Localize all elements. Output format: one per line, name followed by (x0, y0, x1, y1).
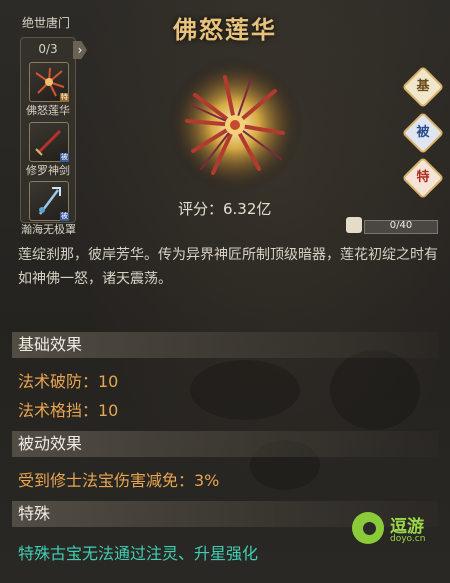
series-item-label: 佛怒莲华 (26, 104, 70, 117)
badge-basic-label: 基 (416, 79, 430, 94)
badge-passive[interactable]: 被 (401, 111, 445, 155)
series-count: 0/3 (38, 42, 58, 56)
series-mark: 特 (60, 93, 69, 102)
ink-decoration (330, 350, 420, 430)
ink-decoration (190, 360, 300, 420)
score-label: 评分：6.32亿 (178, 200, 272, 218)
attr-line: 法术破防：10 (18, 372, 119, 391)
item-detail-panel: 佛怒莲华 绝世唐门 0/3 特 佛怒莲华 被 修罗神剑 被 瀚海无极罩 › 基 … (0, 0, 450, 583)
attr-line: 受到修士法宝伤害减免：3% (18, 471, 220, 490)
series-item-trident[interactable]: 被 (29, 181, 69, 221)
badge-basic[interactable]: 基 (401, 65, 445, 109)
attr-line: 法术格挡：10 (18, 401, 119, 420)
progress-bar: 0/40 (364, 220, 438, 234)
badge-special-label: 特 (416, 170, 430, 185)
series-item-label: 瀚海无极罩 (21, 223, 76, 236)
category-tab[interactable]: 绝世唐门 (14, 14, 78, 31)
item-description: 莲绽刹那，彼岸芳华。传为异界神匠所制顶级暗器，莲花初绽之时有如神佛一怒，诸天震荡… (18, 247, 438, 287)
section-special-title: 特殊 (18, 504, 51, 523)
section-passive-title: 被动效果 (18, 434, 83, 453)
section-basic-title: 基础效果 (18, 335, 83, 354)
special-note: 特殊古宝无法通过注灵、升星强化 (18, 544, 259, 563)
series-mark: 被 (60, 212, 69, 221)
watermark-logo-icon (352, 512, 384, 544)
series-mark: 被 (60, 153, 69, 162)
artifact-lotus-icon (167, 57, 303, 193)
series-item-lotus[interactable]: 特 (29, 62, 69, 102)
watermark: 逗游 doyo.cn (352, 512, 442, 556)
series-panel: 0/3 特 佛怒莲华 被 修罗神剑 被 瀚海无极罩 (20, 37, 76, 236)
series-item-sword[interactable]: 被 (29, 122, 69, 162)
section-basic-header: 基础效果 (12, 332, 438, 358)
watermark-url: doyo.cn (390, 534, 426, 544)
progress-text: 0/40 (389, 220, 413, 231)
series-item-label: 修罗神剑 (26, 164, 70, 177)
upgrade-progress: 0/40 (346, 217, 438, 236)
badge-passive-label: 被 (416, 125, 430, 140)
section-passive-header: 被动效果 (12, 431, 438, 457)
puzzle-piece-icon (346, 217, 362, 233)
badge-special[interactable]: 特 (401, 156, 445, 200)
